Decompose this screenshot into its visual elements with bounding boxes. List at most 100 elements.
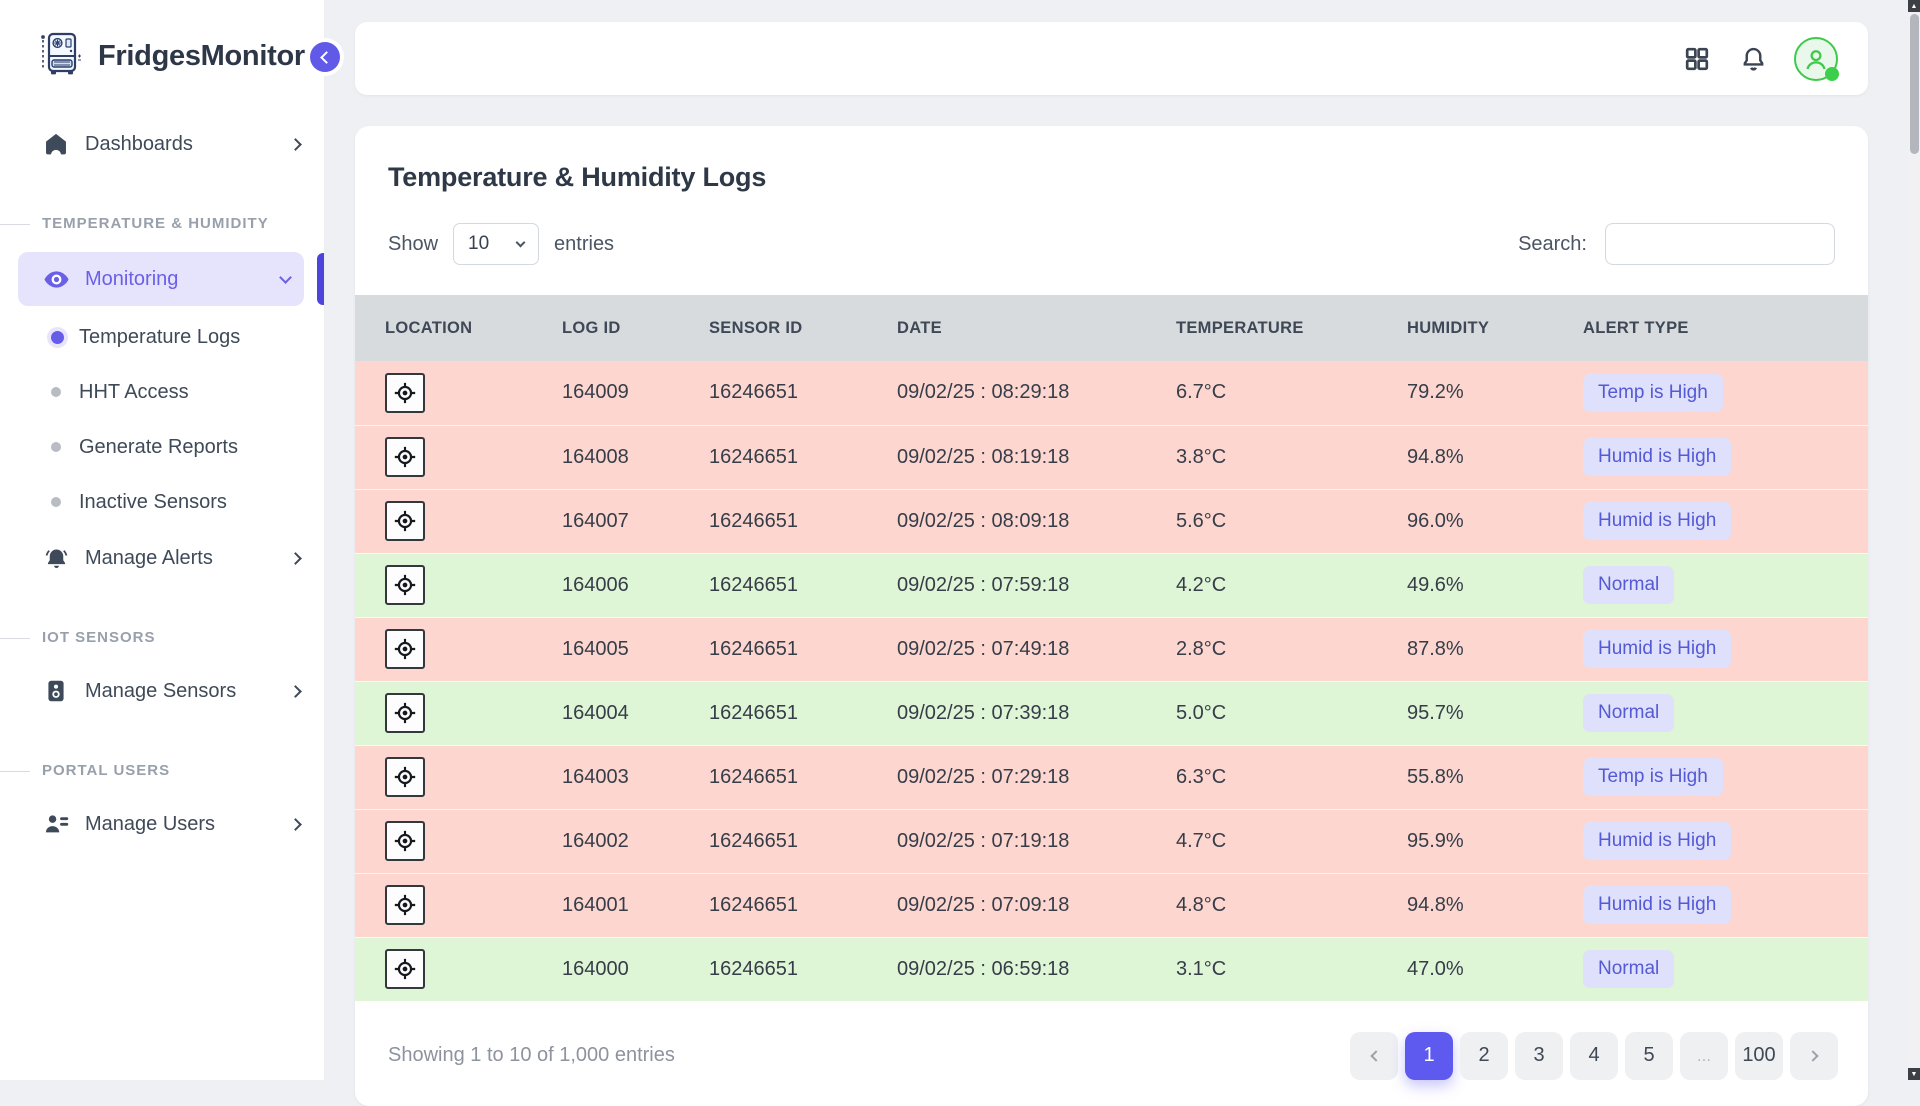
humidity-cell: 96.0% bbox=[1377, 489, 1553, 553]
alert-type-badge: Normal bbox=[1583, 950, 1674, 988]
bullet-icon bbox=[51, 497, 61, 507]
date-cell: 09/02/25 : 07:09:18 bbox=[867, 873, 1146, 937]
humidity-cell: 87.8% bbox=[1377, 617, 1553, 681]
chevron-right-icon bbox=[289, 685, 302, 698]
sensor-icon bbox=[42, 677, 70, 705]
page-size-value: 10 bbox=[468, 233, 489, 255]
location-button[interactable] bbox=[385, 629, 425, 669]
chevron-left-icon bbox=[1370, 1050, 1381, 1061]
alert-type-badge: Normal bbox=[1583, 566, 1674, 604]
log-id-cell: 164003 bbox=[532, 745, 679, 809]
page-button-100[interactable]: 100 bbox=[1735, 1032, 1783, 1080]
sidebar-item-label: Dashboards bbox=[85, 133, 193, 156]
scroll-up-arrow[interactable]: ▲ bbox=[1908, 0, 1920, 12]
sidebar-item-monitoring[interactable]: Monitoring bbox=[18, 252, 304, 306]
entries-summary: Showing 1 to 10 of 1,000 entries bbox=[388, 1044, 675, 1067]
log-id-cell: 164004 bbox=[532, 681, 679, 745]
temperature-cell: 6.3°C bbox=[1146, 745, 1377, 809]
page-title: Temperature & Humidity Logs bbox=[355, 126, 1868, 193]
user-avatar[interactable] bbox=[1794, 37, 1838, 81]
active-indicator-bar bbox=[317, 253, 324, 305]
table-row: 164001 16246651 09/02/25 : 07:09:18 4.8°… bbox=[355, 873, 1868, 937]
sidebar-item-manage-sensors[interactable]: Manage Sensors bbox=[0, 664, 324, 718]
bullet-icon bbox=[51, 442, 61, 452]
pagination: 12345...100 bbox=[1350, 1032, 1838, 1080]
page-button-5[interactable]: 5 bbox=[1625, 1032, 1673, 1080]
sidebar-item-label: Manage Users bbox=[85, 813, 215, 836]
location-button[interactable] bbox=[385, 949, 425, 989]
scroll-down-arrow[interactable]: ▼ bbox=[1908, 1068, 1920, 1080]
table-row: 164008 16246651 09/02/25 : 08:19:18 3.8°… bbox=[355, 425, 1868, 489]
bullet-icon bbox=[51, 387, 61, 397]
window-scrollbar[interactable]: ▲ ▼ bbox=[1908, 0, 1920, 1080]
sensor-id-cell: 16246651 bbox=[679, 809, 867, 873]
notifications-bell-button[interactable] bbox=[1738, 44, 1768, 74]
temperature-cell: 5.0°C bbox=[1146, 681, 1377, 745]
temperature-cell: 4.2°C bbox=[1146, 553, 1377, 617]
alert-type-badge: Temp is High bbox=[1583, 374, 1723, 412]
humidity-cell: 47.0% bbox=[1377, 937, 1553, 1001]
bell-ringing-icon bbox=[42, 544, 70, 572]
sidebar-item-temperature-logs[interactable]: Temperature Logs bbox=[0, 312, 324, 362]
pagination-pages: 12345...100 bbox=[1405, 1032, 1783, 1080]
log-table-body: 164009 16246651 09/02/25 : 08:29:18 6.7°… bbox=[355, 361, 1868, 1001]
sidebar-item-manage-users[interactable]: Manage Users bbox=[0, 797, 324, 851]
humidity-cell: 95.9% bbox=[1377, 809, 1553, 873]
sensor-id-cell: 16246651 bbox=[679, 745, 867, 809]
location-button[interactable] bbox=[385, 565, 425, 605]
top-bar bbox=[355, 22, 1868, 95]
sidebar-item-label: Manage Sensors bbox=[85, 680, 236, 703]
users-icon bbox=[42, 810, 70, 838]
sidebar-item-inactive-sensors[interactable]: Inactive Sensors bbox=[0, 477, 324, 527]
date-cell: 09/02/25 : 07:19:18 bbox=[867, 809, 1146, 873]
temperature-cell: 4.8°C bbox=[1146, 873, 1377, 937]
table-row: 164005 16246651 09/02/25 : 07:49:18 2.8°… bbox=[355, 617, 1868, 681]
scrollbar-thumb[interactable] bbox=[1910, 14, 1919, 154]
log-id-cell: 164008 bbox=[532, 425, 679, 489]
apps-grid-button[interactable] bbox=[1682, 44, 1712, 74]
humidity-cell: 94.8% bbox=[1377, 873, 1553, 937]
pagination-next-button[interactable] bbox=[1790, 1032, 1838, 1080]
search-input[interactable] bbox=[1605, 223, 1835, 265]
alert-type-badge: Humid is High bbox=[1583, 502, 1731, 540]
page-button-2[interactable]: 2 bbox=[1460, 1032, 1508, 1080]
eye-icon bbox=[42, 265, 70, 293]
log-id-cell: 164006 bbox=[532, 553, 679, 617]
sidebar-item-dashboards[interactable]: Dashboards bbox=[0, 117, 324, 171]
sidebar-item-generate-reports[interactable]: Generate Reports bbox=[0, 422, 324, 472]
page-button-4[interactable]: 4 bbox=[1570, 1032, 1618, 1080]
sidebar-collapse-button[interactable] bbox=[306, 38, 344, 76]
location-button[interactable] bbox=[385, 693, 425, 733]
location-button[interactable] bbox=[385, 373, 425, 413]
sensor-id-cell: 16246651 bbox=[679, 937, 867, 1001]
sidebar-item-manage-alerts[interactable]: Manage Alerts bbox=[0, 531, 324, 585]
page-button-1[interactable]: 1 bbox=[1405, 1032, 1453, 1080]
search-label: Search: bbox=[1518, 233, 1587, 256]
page-size-select[interactable]: 10 bbox=[453, 223, 539, 265]
chevron-right-icon bbox=[289, 552, 302, 565]
col-sensor-id: SENSOR ID bbox=[679, 295, 867, 361]
log-id-cell: 164002 bbox=[532, 809, 679, 873]
page-ellipsis: ... bbox=[1680, 1032, 1728, 1080]
sidebar: FridgesMonitor Dashboards TEMPERATURE & … bbox=[0, 0, 325, 1080]
location-button[interactable] bbox=[385, 757, 425, 797]
table-row: 164003 16246651 09/02/25 : 07:29:18 6.3°… bbox=[355, 745, 1868, 809]
app-title: FridgesMonitor bbox=[98, 40, 305, 73]
location-button[interactable] bbox=[385, 821, 425, 861]
col-alert-type: ALERT TYPE bbox=[1553, 295, 1868, 361]
date-cell: 09/02/25 : 08:09:18 bbox=[867, 489, 1146, 553]
chevron-down-icon bbox=[516, 238, 526, 248]
sidebar-item-hht-access[interactable]: HHT Access bbox=[0, 367, 324, 417]
log-id-cell: 164001 bbox=[532, 873, 679, 937]
brand: FridgesMonitor bbox=[0, 0, 324, 83]
home-icon bbox=[42, 130, 70, 158]
location-button[interactable] bbox=[385, 501, 425, 541]
date-cell: 09/02/25 : 08:19:18 bbox=[867, 425, 1146, 489]
page-button-3[interactable]: 3 bbox=[1515, 1032, 1563, 1080]
pagination-prev-button[interactable] bbox=[1350, 1032, 1398, 1080]
humidity-cell: 95.7% bbox=[1377, 681, 1553, 745]
location-button[interactable] bbox=[385, 885, 425, 925]
location-button[interactable] bbox=[385, 437, 425, 477]
sensor-id-cell: 16246651 bbox=[679, 553, 867, 617]
col-humidity: HUMIDITY bbox=[1377, 295, 1553, 361]
